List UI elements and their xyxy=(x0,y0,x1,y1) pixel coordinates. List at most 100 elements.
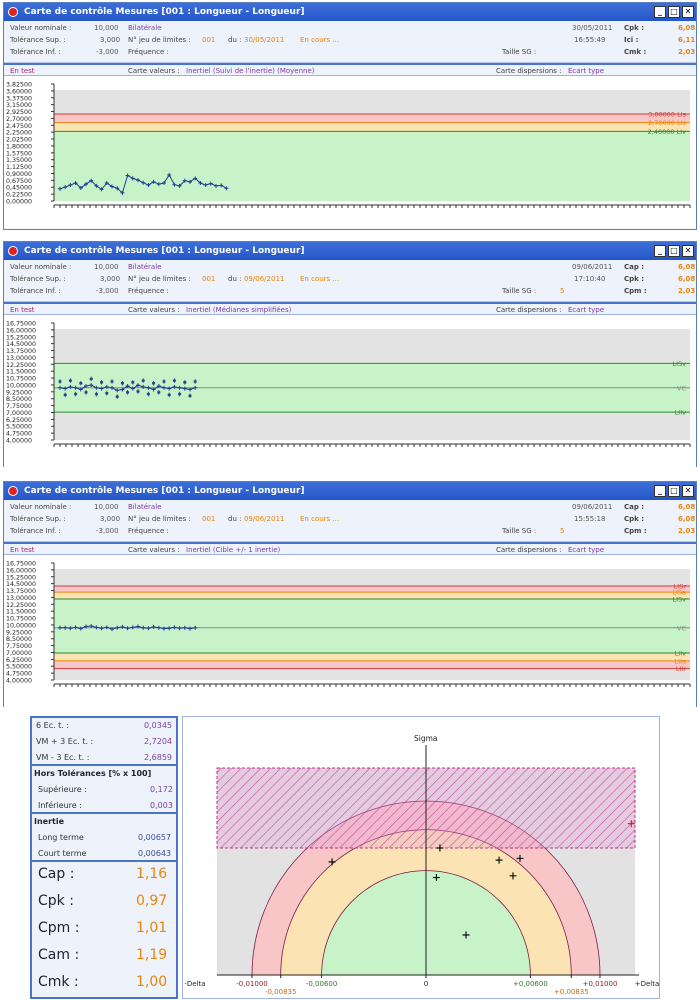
minimize-button[interactable]: _ xyxy=(654,6,666,18)
x-axis-label: +Delta xyxy=(635,980,659,988)
limit-status: En cours ... xyxy=(300,275,340,283)
control-chart-svg: LISvVCLIIv16,7500016,0000015,2500014,500… xyxy=(6,321,691,447)
cap-label: Cap : xyxy=(38,866,75,882)
y-tick-label: 4,00000 xyxy=(6,678,32,685)
limit-label: LIIr xyxy=(676,665,686,673)
x-axis-label: +0,00835 xyxy=(554,988,589,996)
limit-status: En cours ... xyxy=(300,515,340,523)
dispersion-chart-type[interactable]: Ecart type xyxy=(568,306,604,314)
tol-inf-value: -3,000 xyxy=(96,527,119,535)
dispersion-chart-type[interactable]: Ecart type xyxy=(568,67,604,75)
chart-selection-bar: En test Carte valeurs : Inertiel (Médian… xyxy=(4,302,696,315)
limit-set-label: N° jeu de limites : xyxy=(128,275,191,283)
cap-value: 1,16 xyxy=(136,866,168,882)
index-2-label: Cpk : xyxy=(624,275,645,283)
nominal-value: 10,000 xyxy=(94,263,119,271)
info-panel: Valeur nominale : 10,000 Tolérance Sup. … xyxy=(4,500,696,542)
dispersion-chart-label: Carte dispersions : xyxy=(496,67,562,75)
limit-date-value: 30/05/2011 xyxy=(244,36,285,44)
window-titlebar[interactable]: Carte de contrôle Mesures [001 : Longueu… xyxy=(4,3,696,21)
window-titlebar[interactable]: Carte de contrôle Mesures [001 : Longueu… xyxy=(4,242,696,260)
out-of-tolerance-title: Hors Tolérances [% x 100] xyxy=(34,769,152,778)
control-chart-svg: 3,00000 LIs2,70000 LIs2,40000 LIv3,82500… xyxy=(6,82,691,208)
limit-label: 3,00000 LIs xyxy=(648,110,686,118)
x-axis-label: +0,00600 xyxy=(513,980,548,988)
tol-sup-value: 3,000 xyxy=(100,36,121,44)
limit-set-value: 001 xyxy=(202,515,216,523)
cmk-value: 1,00 xyxy=(136,974,168,990)
index-3-value: 2,03 xyxy=(678,287,696,295)
index-3-label: Cpm : xyxy=(624,527,647,535)
test-status: En test xyxy=(10,67,35,75)
lower-value: 0,003 xyxy=(150,801,173,810)
info-panel: Valeur nominale : 10,000 Tolérance Sup. … xyxy=(4,21,696,63)
value-chart-type[interactable]: Inertiel (Cible +/- 1 inertie) xyxy=(186,546,280,554)
zone-band xyxy=(54,660,690,669)
close-button[interactable]: ✕ xyxy=(682,245,694,257)
index-3-label: Cmk : xyxy=(624,48,647,56)
limit-set-value: 001 xyxy=(202,275,216,283)
control-chart-window-1: Carte de contrôle Mesures [001 : Longueu… xyxy=(3,2,697,230)
maximize-button[interactable]: □ xyxy=(668,245,680,257)
dispersion-chart-type[interactable]: Ecart type xyxy=(568,546,604,554)
zone-band xyxy=(54,131,690,201)
index-1-value: 6,08 xyxy=(678,503,696,511)
upper-value: 0,172 xyxy=(150,785,173,794)
control-chart: 3,00000 LIs 2,70000 LIs 2,40000 LIv 3,82500… xyxy=(4,76,696,228)
chart-selection-bar: En test Carte valeurs : Inertiel (Suivi … xyxy=(4,63,696,76)
measure-date: 09/06/2011 xyxy=(572,263,613,271)
x-axis-label: +0,01000 xyxy=(583,980,618,988)
long-term-label: Long terme xyxy=(38,833,84,842)
value-chart-label: Carte valeurs : xyxy=(128,67,180,75)
vm-plus-value: 2,7204 xyxy=(144,737,172,746)
nominal-label: Valeur nominale : xyxy=(10,24,72,32)
cpk-value: 0,97 xyxy=(136,893,168,909)
inertia-title: Inertie xyxy=(34,817,65,826)
y-tick-label: 0,00000 xyxy=(6,199,32,206)
zone-band xyxy=(54,122,690,132)
control-chart: LISv VC LIIv 16,75000 16,00000 15,25000 14,500… xyxy=(4,315,696,467)
tol-sup-label: Tolérance Sup. : xyxy=(10,515,66,523)
control-chart-window-2: Carte de contrôle Mesures [001 : Longueu… xyxy=(3,241,697,467)
zone-band xyxy=(54,113,690,123)
zone-band xyxy=(54,592,690,600)
index-2-value: 6,08 xyxy=(678,515,696,523)
zone-band xyxy=(54,585,690,593)
zone-band xyxy=(54,329,690,364)
tolerance-type: Bilatérale xyxy=(128,503,162,511)
window-title: Carte de contrôle Mesures [001 : Longueu… xyxy=(24,486,305,496)
limit-set-value: 001 xyxy=(202,36,216,44)
six-sigma-value: 0,0345 xyxy=(144,721,172,730)
tol-sup-value: 3,000 xyxy=(100,275,121,283)
long-term-value: 0,00657 xyxy=(138,833,172,842)
zone-band xyxy=(54,668,690,680)
vm-minus-label: VM - 3 Ec. t. : xyxy=(36,753,90,762)
cam-label: Cam : xyxy=(38,947,80,963)
maximize-button[interactable]: □ xyxy=(668,485,680,497)
index-1-value: 6,08 xyxy=(678,263,696,271)
maximize-button[interactable]: □ xyxy=(668,6,680,18)
close-button[interactable]: ✕ xyxy=(682,485,694,497)
nominal-value: 10,000 xyxy=(94,24,119,32)
y-tick-label: 4,00000 xyxy=(6,438,32,445)
window-titlebar[interactable]: Carte de contrôle Mesures [001 : Longueu… xyxy=(4,482,696,500)
limit-date-value: 09/06/2011 xyxy=(244,515,285,523)
value-chart-type[interactable]: Inertiel (Médianes simplifiées) xyxy=(186,306,291,314)
minimize-button[interactable]: _ xyxy=(654,485,666,497)
subgroup-size-label: Taille SG : xyxy=(502,48,537,56)
measure-time: 16:55:49 xyxy=(574,36,606,44)
limit-label: LISv xyxy=(672,360,686,368)
index-3-value: 2,03 xyxy=(678,48,696,56)
info-panel: Valeur nominale : 10,000 Tolérance Sup. … xyxy=(4,260,696,302)
tol-inf-label: Tolérance Inf. : xyxy=(10,287,61,295)
zone-band xyxy=(54,599,690,654)
minimize-button[interactable]: _ xyxy=(654,245,666,257)
app-icon xyxy=(8,7,18,17)
close-button[interactable]: ✕ xyxy=(682,6,694,18)
value-chart-type[interactable]: Inertiel (Suivi de l'inertie) (Moyenne) xyxy=(186,67,315,75)
tol-sup-label: Tolérance Sup. : xyxy=(10,36,66,44)
tol-inf-value: -3,000 xyxy=(96,287,119,295)
cpk-label: Cpk : xyxy=(38,893,74,909)
chart-selection-bar: En test Carte valeurs : Inertiel (Cible … xyxy=(4,542,696,555)
limit-date-label: du : xyxy=(228,275,242,283)
